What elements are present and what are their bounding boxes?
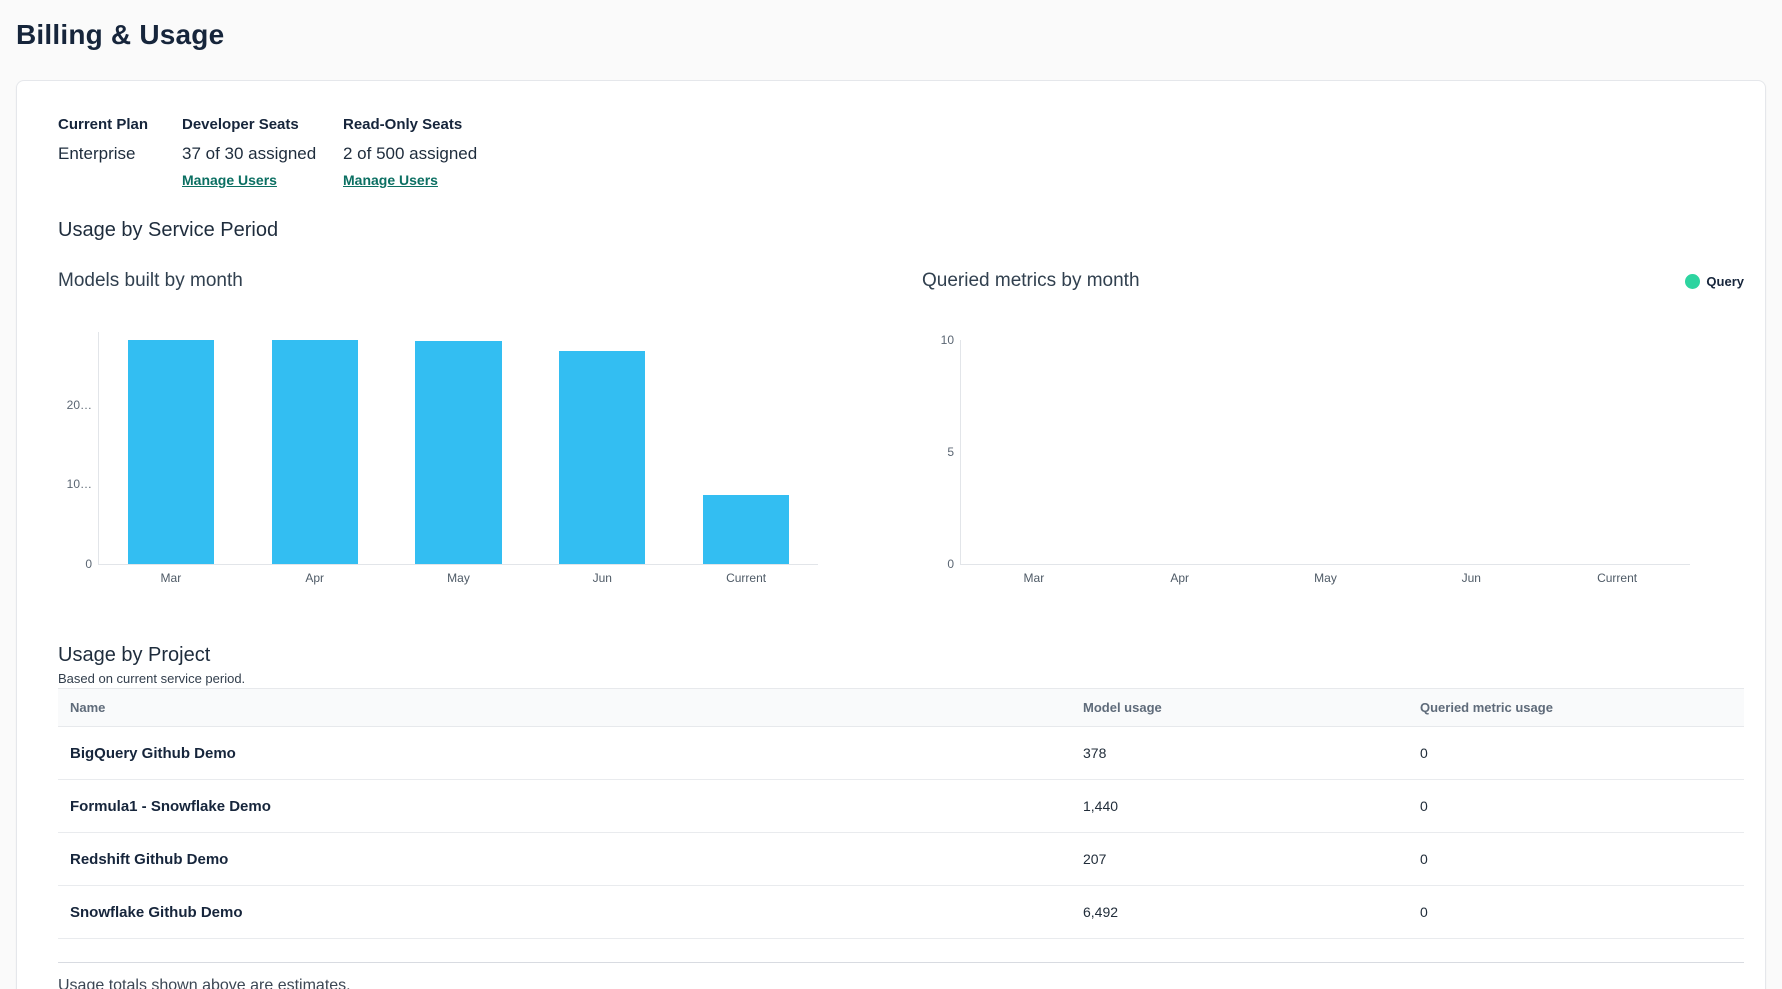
queried-metrics-chart: 0510MarAprMayJunCurrent [960,340,1690,565]
bar-apr [272,340,358,564]
query-legend: Query [1685,274,1744,289]
model-usage-cell: 378 [1071,727,1408,780]
developer-seats-value: 37 of 30 assigned [182,143,343,164]
models-built-chart-panel: Models built by month 010…20…MarAprMayJu… [58,269,880,565]
models-built-chart: 010…20…MarAprMayJunCurrent [98,332,818,565]
billing-card: Current Plan Enterprise Developer Seats … [16,80,1766,989]
query-legend-label: Query [1706,274,1744,289]
y-axis-tick-label: 10 [941,334,954,346]
plan-summary: Current Plan Enterprise Developer Seats … [58,115,1744,190]
project-name-cell: Snowflake Github Demo [58,886,1071,939]
current-plan-column: Current Plan Enterprise [58,115,182,190]
column-header-queried-metric-usage: Queried metric usage [1408,689,1744,727]
column-header-name: Name [58,689,1071,727]
x-axis-label-mar: Mar [161,571,182,585]
x-axis-label-apr: Apr [1170,571,1189,585]
x-axis-label-apr: Apr [305,571,324,585]
queried-metric-usage-cell: 0 [1408,727,1744,780]
usage-by-project-table: Name Model usage Queried metric usage Bi… [58,688,1744,939]
queried-metrics-chart-header: Queried metrics by month Query [880,269,1744,293]
current-plan-label: Current Plan [58,115,182,134]
project-name-cell: Redshift Github Demo [58,833,1071,886]
usage-estimates-footnote: Usage totals shown above are estimates. [58,976,1744,989]
developer-seats-column: Developer Seats 37 of 30 assigned Manage… [182,115,343,190]
x-axis-label-jun: Jun [1462,571,1481,585]
page-title: Billing & Usage [16,18,1766,52]
usage-by-project-subtitle: Based on current service period. [58,671,1744,687]
models-built-chart-header: Models built by month [58,269,880,293]
project-name-cell: BigQuery Github Demo [58,727,1071,780]
model-usage-cell: 6,492 [1071,886,1408,939]
current-plan-value: Enterprise [58,143,182,164]
developer-seats-label: Developer Seats [182,115,343,134]
queried-metrics-chart-title: Queried metrics by month [922,269,1140,293]
x-axis-label-may: May [1314,571,1337,585]
readonly-seats-label: Read-Only Seats [343,115,477,134]
usage-by-project-heading: Usage by Project [58,643,1744,668]
model-usage-cell: 207 [1071,833,1408,886]
column-header-model-usage: Model usage [1071,689,1408,727]
y-axis-tick-label: 5 [947,446,954,458]
table-row: BigQuery Github Demo3780 [58,727,1744,780]
queried-metric-usage-cell: 0 [1408,780,1744,833]
table-row: Redshift Github Demo2070 [58,833,1744,886]
bar-mar [128,340,214,564]
bar-may [415,341,501,564]
queried-metric-usage-cell: 0 [1408,886,1744,939]
billing-usage-page: Billing & Usage Current Plan Enterprise … [0,0,1782,989]
readonly-seats-value: 2 of 500 assigned [343,143,477,164]
model-usage-cell: 1,440 [1071,780,1408,833]
x-axis-label-may: May [447,571,470,585]
readonly-seats-column: Read-Only Seats 2 of 500 assigned Manage… [343,115,477,190]
footer-divider [58,962,1744,963]
table-row: Formula1 - Snowflake Demo1,4400 [58,780,1744,833]
manage-readonly-users-link[interactable]: Manage Users [343,172,438,189]
bar-jun [559,351,645,564]
charts-row: Models built by month 010…20…MarAprMayJu… [58,269,1744,565]
usage-by-service-period-heading: Usage by Service Period [58,218,1744,243]
x-axis-label-current: Current [1597,571,1637,585]
y-axis-tick-label: 20… [67,399,92,411]
table-header-row: Name Model usage Queried metric usage [58,689,1744,727]
queried-metric-usage-cell: 0 [1408,833,1744,886]
x-axis-label-jun: Jun [593,571,612,585]
queried-metrics-chart-panel: Queried metrics by month Query 0510MarAp… [880,269,1744,565]
y-axis-tick-label: 10… [67,478,92,490]
x-axis-label-current: Current [726,571,766,585]
models-built-chart-title: Models built by month [58,269,243,293]
y-axis-tick-label: 0 [947,558,954,570]
project-name-cell: Formula1 - Snowflake Demo [58,780,1071,833]
y-axis-tick-label: 0 [85,558,92,570]
manage-developer-users-link[interactable]: Manage Users [182,172,277,189]
bar-current [703,495,789,564]
query-legend-dot-icon [1685,274,1700,289]
x-axis-label-mar: Mar [1024,571,1045,585]
table-row: Snowflake Github Demo6,4920 [58,886,1744,939]
